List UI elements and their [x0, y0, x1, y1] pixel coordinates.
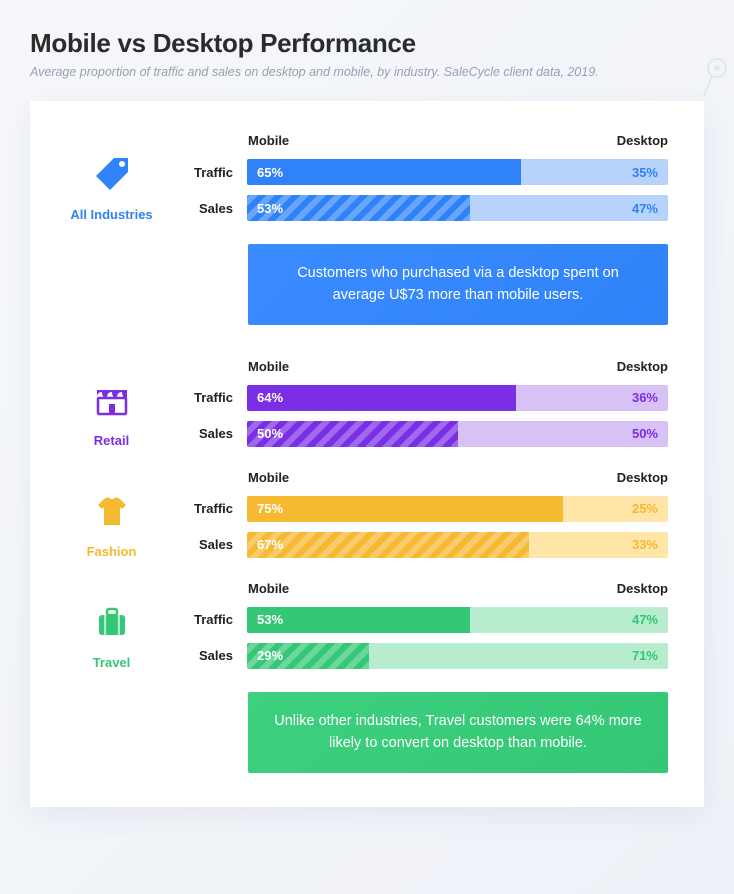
page-title: Mobile vs Desktop Performance — [30, 28, 704, 59]
industry-label-fashion: Fashion — [54, 544, 169, 559]
bar-row-traffic: Traffic 75% 25% — [169, 496, 668, 522]
bar-desktop-label-sales: 47% — [632, 195, 658, 221]
legend-desktop: Desktop — [617, 470, 668, 485]
bar-row-sales: Sales 50% 50% — [169, 421, 668, 447]
industry-label-travel: Travel — [54, 655, 169, 670]
industry-icon-col-retail: Retail — [54, 380, 169, 448]
industry-section-retail: Retail Traffic 64% 36% Sales 50% 50% — [54, 380, 668, 448]
bar-mobile-sales: 53% — [247, 195, 470, 221]
bar-mobile-traffic: 64% — [247, 385, 516, 411]
bar-track: 65% 35% — [247, 159, 668, 185]
bar-track: 64% 36% — [247, 385, 668, 411]
bars-col: Traffic 75% 25% Sales 67% 33% — [169, 492, 668, 558]
industry-icon-col-fashion: Fashion — [54, 491, 169, 559]
industry-label-all: All Industries — [54, 207, 169, 222]
bar-row-traffic: Traffic 53% 47% — [169, 607, 668, 633]
bar-desktop-label-traffic: 36% — [632, 385, 658, 411]
bar-track: 50% 50% — [247, 421, 668, 447]
legend-row: Mobile Desktop — [248, 470, 668, 485]
row-label-traffic: Traffic — [169, 165, 247, 180]
bar-row-traffic: Traffic 64% 36% — [169, 385, 668, 411]
travel-icon — [54, 602, 169, 647]
bar-desktop-label-sales: 33% — [632, 532, 658, 558]
industry-section-fashion: Fashion Traffic 75% 25% Sales 67% 33% — [54, 491, 668, 559]
industry-icon-col-all: All Industries — [54, 154, 169, 222]
fashion-icon — [54, 491, 169, 536]
bar-mobile-traffic: 65% — [247, 159, 521, 185]
bar-mobile-sales: 67% — [247, 532, 529, 558]
legend-mobile: Mobile — [248, 581, 617, 596]
legend-desktop: Desktop — [617, 581, 668, 596]
row-label-sales: Sales — [169, 201, 247, 216]
bar-row-sales: Sales 53% 47% — [169, 195, 668, 221]
row-label-sales: Sales — [169, 537, 247, 552]
chart-card: Mobile Desktop All Industries Traffic 65… — [30, 101, 704, 807]
bar-mobile-traffic: 53% — [247, 607, 470, 633]
bar-track: 53% 47% — [247, 607, 668, 633]
note-travel: Unlike other industries, Travel customer… — [248, 692, 668, 773]
industry-section-all: All Industries Traffic 65% 35% Sales 53%… — [54, 154, 668, 222]
legend-mobile: Mobile — [248, 470, 617, 485]
bar-desktop-label-sales: 50% — [632, 421, 658, 447]
bar-desktop-label-traffic: 35% — [632, 159, 658, 185]
bar-track: 53% 47% — [247, 195, 668, 221]
legend-desktop: Desktop — [617, 133, 668, 148]
legend-mobile: Mobile — [248, 359, 617, 374]
bar-track: 29% 71% — [247, 643, 668, 669]
legend-row: Mobile Desktop — [248, 133, 668, 148]
row-label-sales: Sales — [169, 648, 247, 663]
bar-mobile-sales: 50% — [247, 421, 458, 447]
bars-col: Traffic 64% 36% Sales 50% 50% — [169, 381, 668, 447]
bar-row-sales: Sales 29% 71% — [169, 643, 668, 669]
all-icon — [54, 154, 169, 199]
legend-mobile: Mobile — [248, 133, 617, 148]
legend-desktop: Desktop — [617, 359, 668, 374]
row-label-sales: Sales — [169, 426, 247, 441]
industry-icon-col-travel: Travel — [54, 602, 169, 670]
bar-desktop-label-traffic: 25% — [632, 496, 658, 522]
note-all: Customers who purchased via a desktop sp… — [248, 244, 668, 325]
bar-desktop-label-traffic: 47% — [632, 607, 658, 633]
bar-desktop-label-sales: 71% — [632, 643, 658, 669]
row-label-traffic: Traffic — [169, 501, 247, 516]
page-subtitle: Average proportion of traffic and sales … — [30, 65, 704, 79]
bar-row-sales: Sales 67% 33% — [169, 532, 668, 558]
bars-col: Traffic 65% 35% Sales 53% 47% — [169, 155, 668, 221]
bar-mobile-traffic: 75% — [247, 496, 563, 522]
row-label-traffic: Traffic — [169, 612, 247, 627]
bars-col: Traffic 53% 47% Sales 29% 71% — [169, 603, 668, 669]
industry-label-retail: Retail — [54, 433, 169, 448]
industry-section-travel: Travel Traffic 53% 47% Sales 29% 71% — [54, 602, 668, 670]
legend-row: Mobile Desktop — [248, 359, 668, 374]
bar-track: 75% 25% — [247, 496, 668, 522]
retail-icon — [54, 380, 169, 425]
legend-row: Mobile Desktop — [248, 581, 668, 596]
bar-mobile-sales: 29% — [247, 643, 369, 669]
bar-track: 67% 33% — [247, 532, 668, 558]
bar-row-traffic: Traffic 65% 35% — [169, 159, 668, 185]
row-label-traffic: Traffic — [169, 390, 247, 405]
decorative-magnifier-icon — [700, 58, 730, 105]
